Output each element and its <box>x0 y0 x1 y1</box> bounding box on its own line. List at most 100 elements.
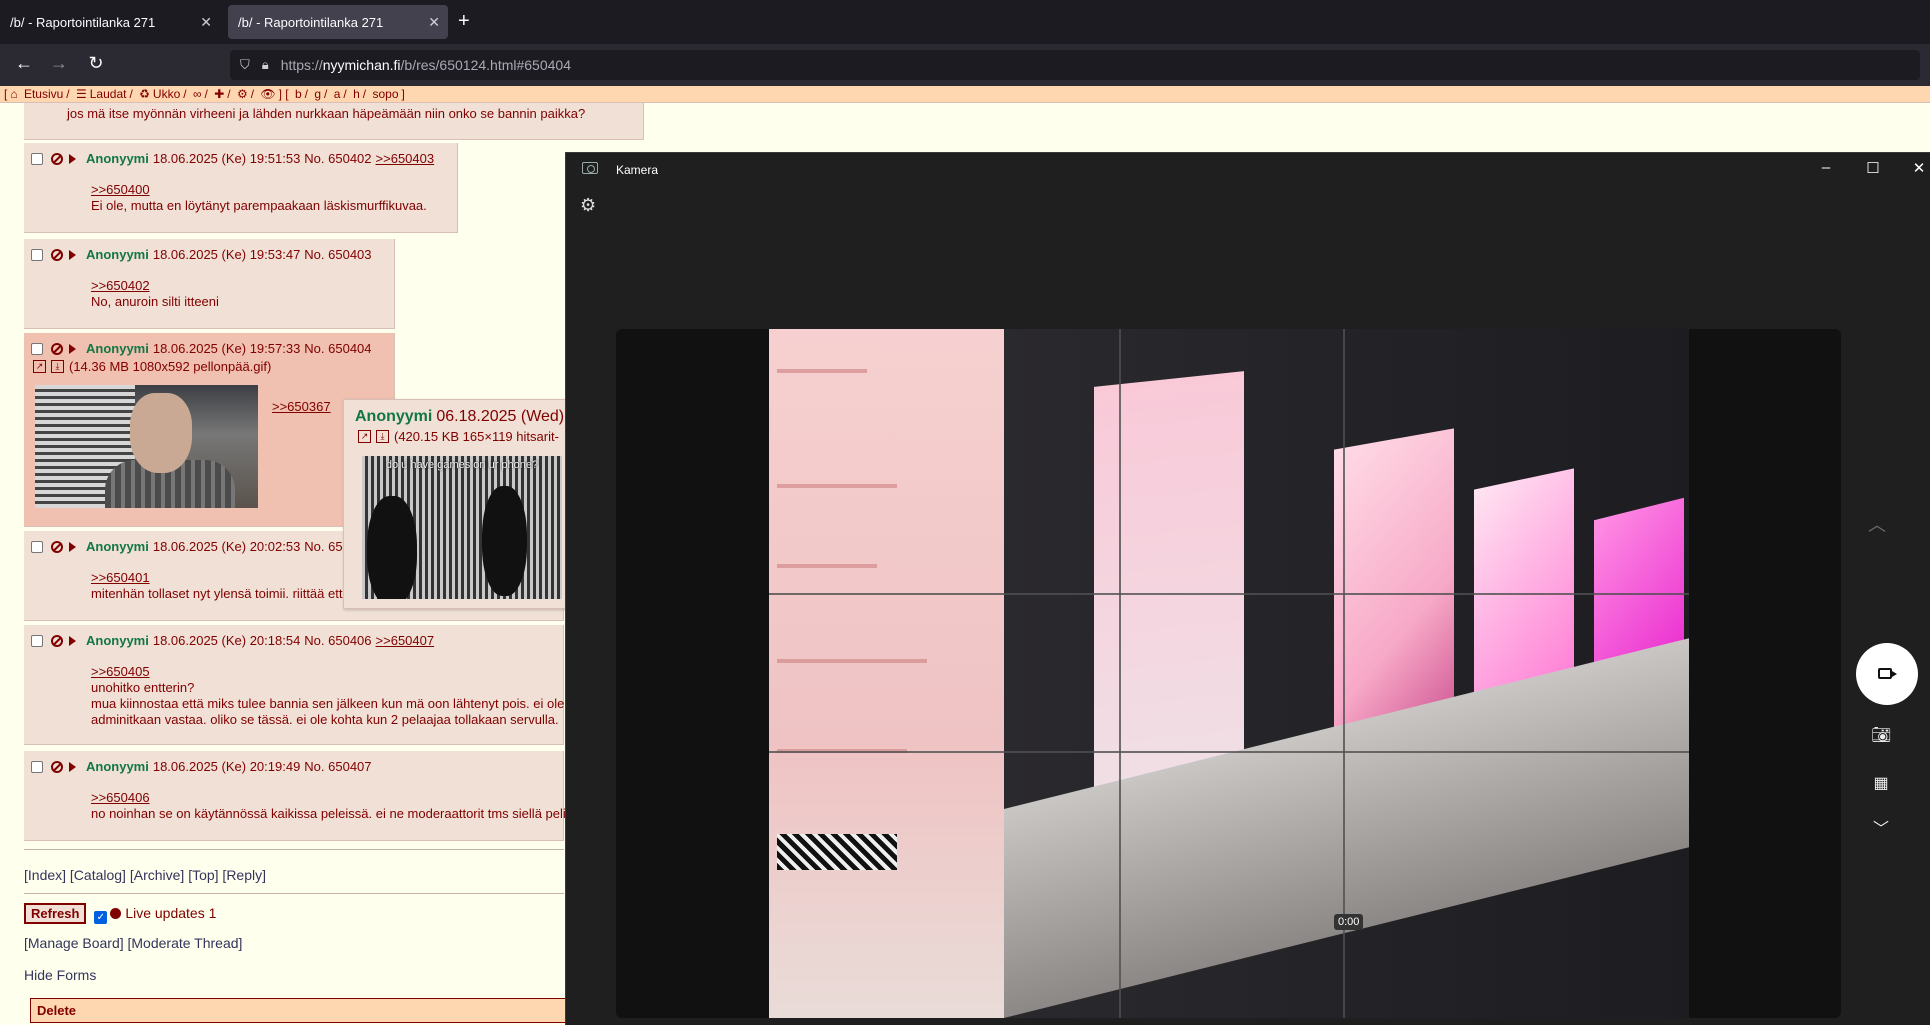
board-link-a[interactable]: a <box>334 87 341 101</box>
qr-code-icon[interactable]: ▦ <box>1871 773 1891 793</box>
close-tab-icon[interactable]: ✕ <box>200 14 212 31</box>
quote-link[interactable]: >>650405 <box>91 664 575 680</box>
backlink[interactable]: >>650403 <box>376 151 435 166</box>
pipe: / <box>343 87 347 101</box>
maximize-icon[interactable]: ☐ <box>1858 159 1888 177</box>
address-bar[interactable]: ⛉ 🔒︎ https://nyymichan.fi/b/res/650124.h… <box>230 50 1920 80</box>
close-tab-icon[interactable]: ✕ <box>428 14 440 31</box>
post-number[interactable]: No. 650404 <box>304 341 371 356</box>
post-number[interactable]: No. 650406 <box>304 633 371 648</box>
post-date: 18.06.2025 (Ke) 19:51:53 <box>152 151 301 166</box>
post-menu-icon[interactable] <box>69 343 76 354</box>
post-date: 18.06.2025 (Ke) 19:53:47 <box>152 247 301 262</box>
post-checkbox[interactable] <box>31 540 43 553</box>
lock-icon[interactable]: 🔒︎ <box>262 57 269 73</box>
post-menu-icon[interactable] <box>69 249 76 260</box>
hide-post-icon[interactable] <box>51 634 63 647</box>
post-checkbox[interactable] <box>31 152 43 165</box>
live-update-controls: Refresh ✓ Live updates 1 <box>24 903 216 924</box>
quote-link[interactable]: >>650401 <box>91 570 360 586</box>
quote-link[interactable]: >>650402 <box>91 278 219 294</box>
board-link-sopo[interactable]: sopo <box>372 87 398 101</box>
board-link-g[interactable]: g <box>314 87 321 101</box>
poster-name: Anonyymi <box>86 759 149 774</box>
file-info: ↗ ⤓ (420.15 KB 165×119 hitsarit- <box>358 429 559 444</box>
post-number[interactable]: No. 650407 <box>304 759 371 774</box>
delete-form-header: Delete <box>30 998 570 1023</box>
post-checkbox[interactable] <box>31 342 43 355</box>
hide-post-icon[interactable] <box>51 152 63 165</box>
ukko-link[interactable]: Ukko <box>153 87 180 101</box>
boards-link[interactable]: Laudat <box>90 87 127 101</box>
hide-post-icon[interactable] <box>51 342 63 355</box>
post-text-line: mitenhän tollaset nyt ylensä toimii. rii… <box>91 586 360 601</box>
backlink[interactable]: >>650407 <box>376 633 435 648</box>
infinity-icon[interactable]: ∞ <box>193 87 202 101</box>
reload-icon[interactable]: ↻ <box>84 53 108 74</box>
quote-link[interactable]: >>650406 <box>91 790 579 806</box>
minimize-icon[interactable]: – <box>1811 159 1841 176</box>
poster-name: Anonyymi <box>86 247 149 262</box>
shield-icon[interactable]: ⛉ <box>240 57 250 73</box>
home-icon: ⌂ <box>10 87 18 101</box>
hide-forms-link[interactable]: Hide Forms <box>24 967 96 983</box>
post-menu-icon[interactable] <box>69 153 76 164</box>
post-date: 18.06.2025 (Ke) 19:57:33 <box>152 341 301 356</box>
poster-name: Anonyymi <box>86 539 149 554</box>
forward-arrow-icon[interactable]: → <box>47 53 71 74</box>
post-number[interactable]: No. 650402 <box>304 151 371 166</box>
post-menu-icon[interactable] <box>69 635 76 646</box>
video-capture-button[interactable] <box>1856 643 1918 705</box>
quote-link[interactable]: >>650400 <box>91 182 427 198</box>
quote-link[interactable]: >>650367 <box>272 399 331 415</box>
post-menu-icon[interactable] <box>69 541 76 552</box>
url-host: nyymichan.fi <box>322 57 401 73</box>
post-checkbox[interactable] <box>31 634 43 647</box>
settings-gear-icon[interactable]: ⚙ <box>580 195 596 216</box>
poster-name: Anonyymi <box>86 151 149 166</box>
chevron-down-icon[interactable]: ﹀ <box>1871 815 1891 839</box>
browser-tab[interactable]: /b/ - Raportointilanka 271 ✕ <box>0 5 220 39</box>
status-dot-icon <box>110 908 122 919</box>
download-icon[interactable]: ⤓ <box>51 360 64 373</box>
post-checkbox[interactable] <box>31 760 43 773</box>
eye-icon[interactable]: 👁︎ <box>260 87 275 101</box>
home-link[interactable]: Etusivu <box>24 87 63 101</box>
file-info: ↗ ⤓ (14.36 MB 1080x592 pellonpää.gif) <box>33 359 271 374</box>
live-updates-checkbox[interactable]: ✓ <box>94 911 108 924</box>
plus-icon[interactable]: ✚ <box>214 87 224 101</box>
tab-title: /b/ - Raportointilanka 271 <box>238 14 384 30</box>
browser-tab-active[interactable]: /b/ - Raportointilanka 271 ✕ <box>228 5 448 39</box>
chevron-up-icon[interactable]: ︿ <box>1868 511 1886 537</box>
back-arrow-icon[interactable]: ← <box>12 53 36 74</box>
refresh-button[interactable]: Refresh <box>24 903 87 924</box>
reply-post-650402: Anonyymi 18.06.2025 (Ke) 19:51:53 No. 65… <box>24 143 458 233</box>
popup-image-thumbnail[interactable]: do u have games on ur phone? <box>362 456 562 599</box>
post-text-line: unohitko entterin? <box>91 680 195 695</box>
moderation-links[interactable]: [Manage Board] [Moderate Thread] <box>24 935 242 951</box>
board-link-b[interactable]: b <box>295 87 302 101</box>
download-icon[interactable]: ⤓ <box>376 430 389 443</box>
gear-icon[interactable]: ⚙ <box>237 87 248 101</box>
post-number[interactable]: No. 650403 <box>304 247 371 262</box>
divider <box>24 849 564 850</box>
close-window-icon[interactable]: ✕ <box>1904 159 1930 177</box>
post-number[interactable]: No. 65 <box>304 539 342 554</box>
live-updates-label: Live updates 1 <box>125 905 217 921</box>
hide-post-icon[interactable] <box>51 540 63 553</box>
photo-mode-icon[interactable]: 📷︎ <box>1871 725 1891 745</box>
open-external-icon[interactable]: ↗ <box>358 430 371 443</box>
bracket: ] <box>401 87 405 101</box>
board-link-h[interactable]: h <box>353 87 360 101</box>
reply-post-650404: Anonyymi 18.06.2025 (Ke) 19:57:33 No. 65… <box>24 333 395 527</box>
post-body: >>650367 <box>272 399 331 415</box>
open-external-icon[interactable]: ↗ <box>33 360 46 373</box>
post-image-thumbnail[interactable] <box>35 385 258 508</box>
hide-post-icon[interactable] <box>51 760 63 773</box>
camera-app-icon <box>582 162 598 174</box>
post-checkbox[interactable] <box>31 248 43 261</box>
thread-nav-links[interactable]: [Index] [Catalog] [Archive] [Top] [Reply… <box>24 867 266 883</box>
new-tab-icon[interactable]: + <box>458 10 470 33</box>
post-menu-icon[interactable] <box>69 761 76 772</box>
hide-post-icon[interactable] <box>51 248 63 261</box>
